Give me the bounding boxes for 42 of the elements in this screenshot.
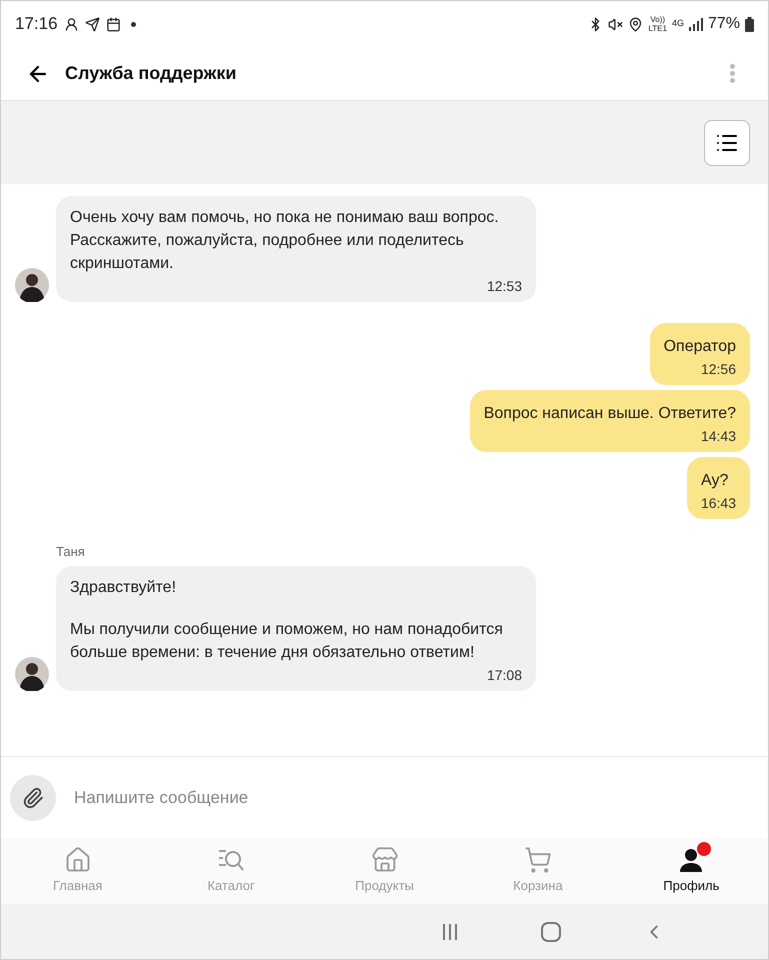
- nav-tab[interactable]: Каталог: [154, 846, 308, 896]
- paperclip-icon: [22, 786, 44, 808]
- calendar-icon: [106, 16, 121, 32]
- home-icon: [64, 846, 92, 874]
- author-name: Таня: [56, 543, 86, 561]
- battery-icon: [745, 16, 754, 32]
- network-label: 4G: [672, 17, 684, 30]
- attach-button[interactable]: [10, 774, 56, 820]
- list-button[interactable]: [704, 120, 750, 166]
- volte-label: Vo)): [650, 15, 666, 24]
- nav-tab[interactable]: Главная: [1, 846, 154, 896]
- signal-icon: [688, 18, 703, 30]
- message-time: 12:56: [700, 360, 736, 379]
- cart-icon: [524, 846, 552, 874]
- person-icon: [64, 16, 79, 32]
- message-text: Ау?: [700, 471, 730, 491]
- message-text: Здравствуйте!: [70, 578, 178, 598]
- paper-plane-icon: [84, 16, 100, 32]
- lte-label: LTE1: [648, 24, 667, 33]
- nav-tab[interactable]: Продукты: [308, 846, 462, 896]
- recent-apps-icon[interactable]: [441, 922, 459, 940]
- message-time: 12:53: [486, 277, 522, 296]
- message-text: Оператор: [664, 337, 736, 357]
- message-time: 14:43: [700, 427, 736, 446]
- storefront-icon: [370, 846, 399, 874]
- more-icon: [730, 64, 734, 83]
- nav-tab[interactable]: Корзина: [461, 846, 615, 896]
- message-time: 16:43: [700, 494, 736, 513]
- message-text: Мы получили сообщение и поможем, но нам понадобится больше времени: в течение дня обязательно ответим!: [70, 620, 504, 662]
- page-title: Служба поддержки: [65, 62, 238, 85]
- location-icon: [628, 16, 644, 32]
- avatar: [15, 268, 49, 302]
- mute-icon: [608, 16, 624, 32]
- avatar: [15, 656, 49, 690]
- home-button-icon[interactable]: [541, 922, 561, 942]
- message-text: Очень хочу вам помочь, но пока не понимаю ваш вопрос. Расскажите, пожалуйста, подробнее или поделитесь скриншотами.: [70, 208, 500, 274]
- nav-tab[interactable]: Профиль: [614, 846, 768, 896]
- battery-percent: 77%: [708, 14, 740, 34]
- message-text: Вопрос написан выше. Ответите?: [484, 404, 736, 424]
- message-input[interactable]: Напишите сообщение: [74, 778, 759, 818]
- message-time: 17:08: [486, 666, 522, 684]
- status-time: 17:16: [15, 13, 58, 36]
